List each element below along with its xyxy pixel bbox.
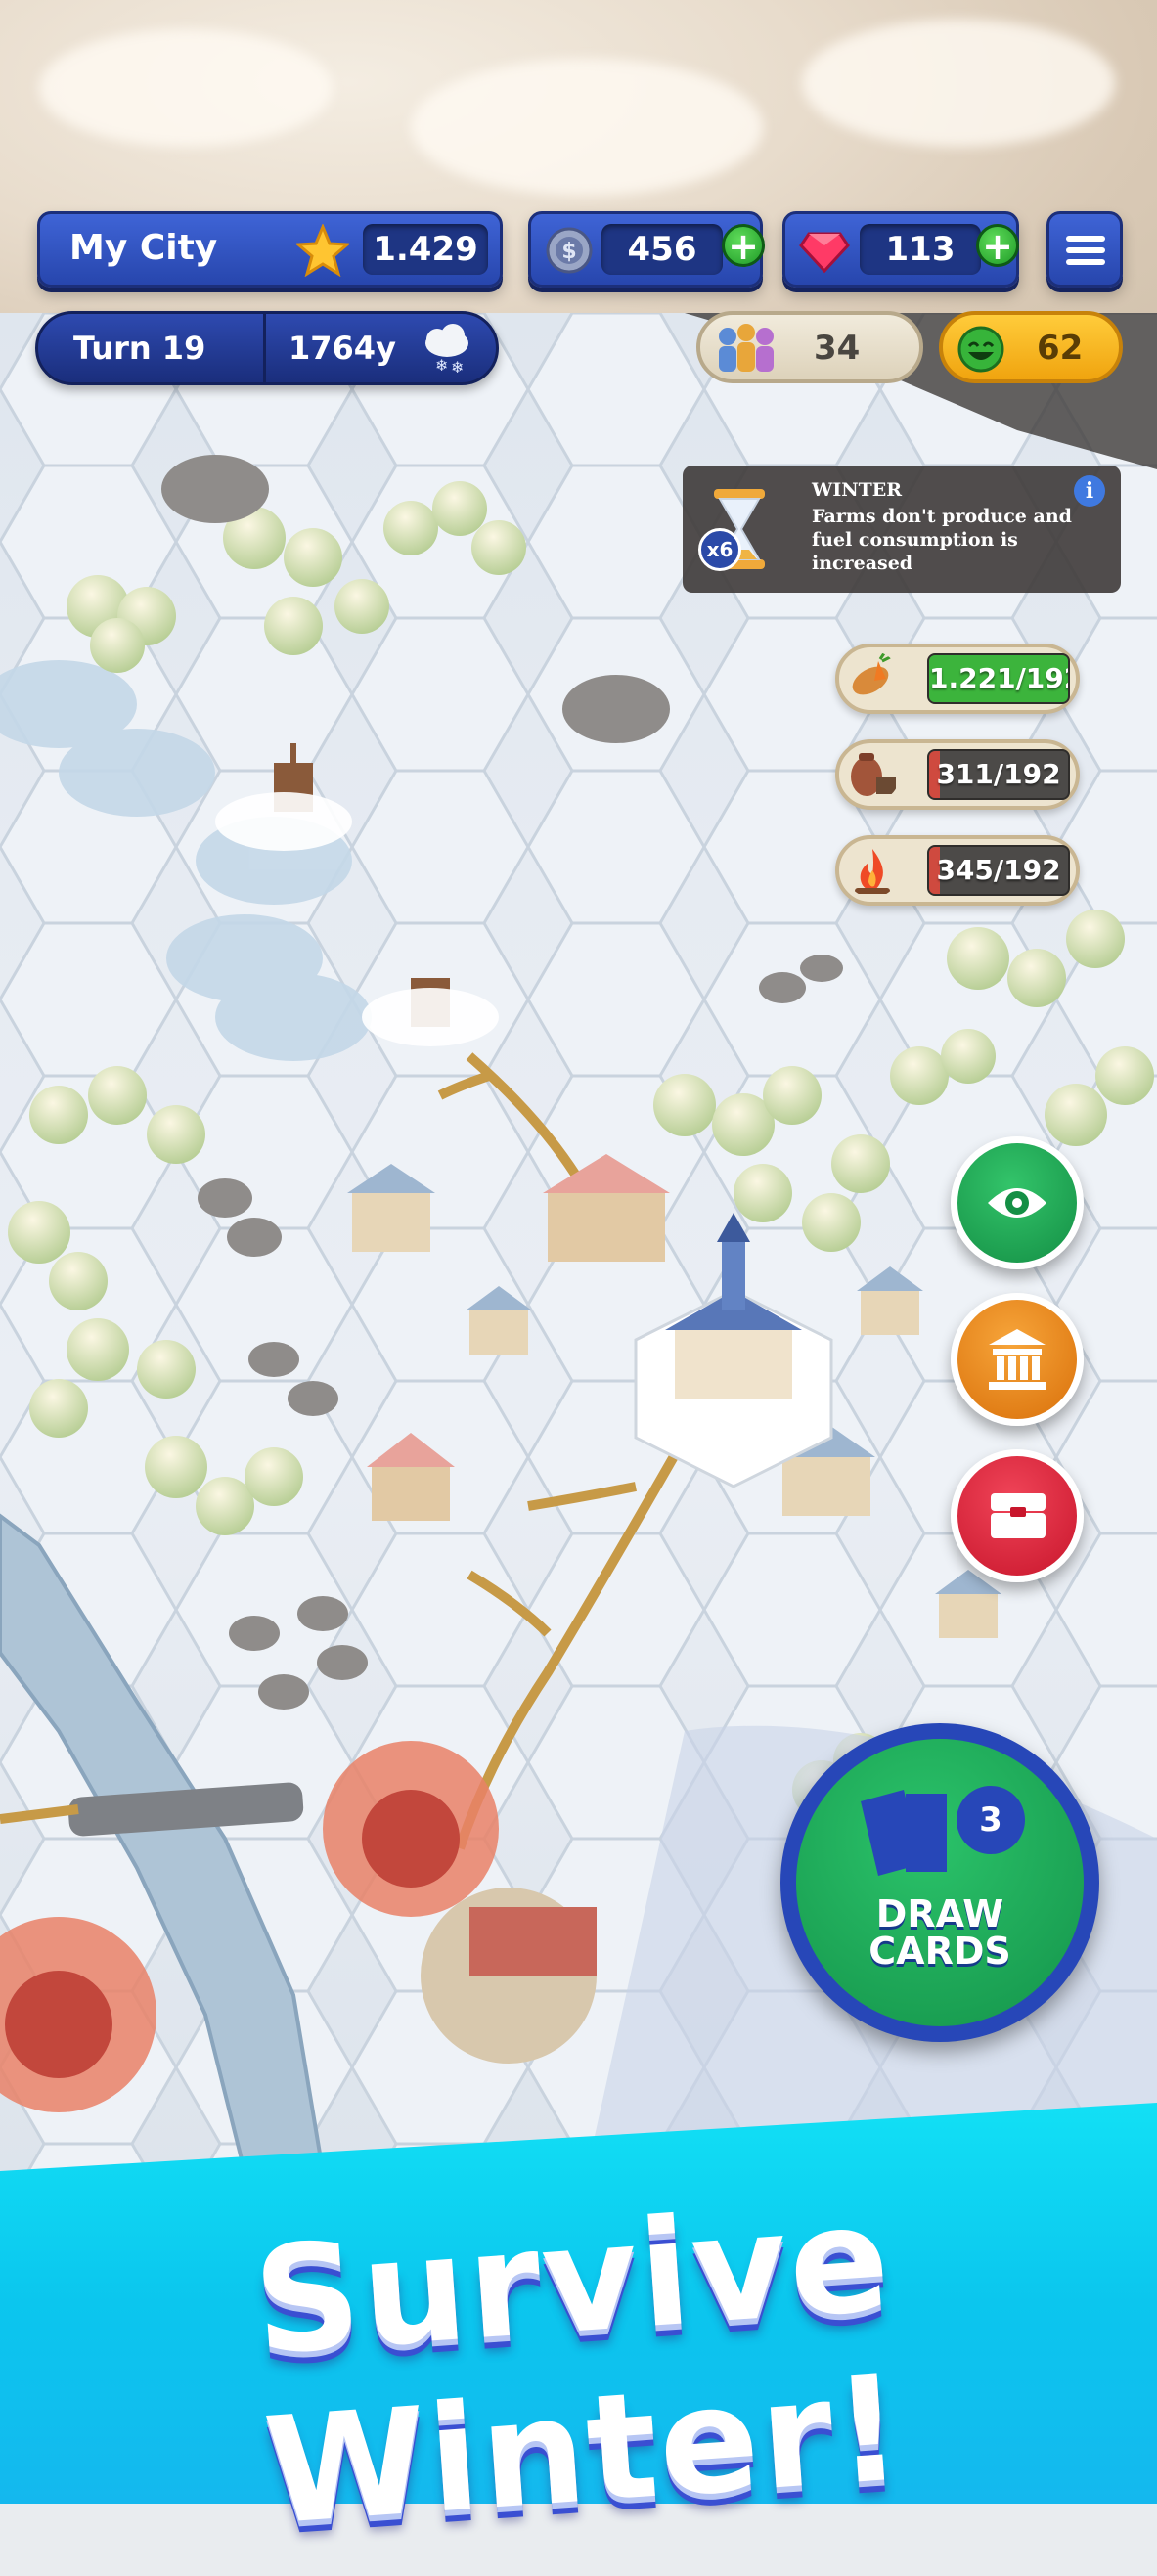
coins-value: 456 — [601, 224, 723, 275]
gems-value: 113 — [860, 224, 981, 275]
gem-icon — [799, 232, 850, 274]
turn-label: Turn 19 — [73, 330, 206, 367]
fuel-value: 345/192 — [936, 854, 1061, 886]
goods-resource[interactable]: 311/192 — [835, 739, 1080, 810]
divider — [263, 314, 266, 382]
cloud — [39, 29, 333, 147]
coin-icon: $ — [546, 227, 593, 274]
year-label: 1764y — [289, 330, 396, 367]
star-icon — [296, 224, 349, 277]
population-panel: 34 — [696, 311, 923, 383]
happiness-panel: 62 — [939, 311, 1123, 383]
cloud — [802, 20, 1115, 147]
cards-count: 3 — [957, 1786, 1025, 1854]
hamburger-icon — [1066, 236, 1105, 265]
eye-icon — [988, 1188, 1046, 1218]
food-bar: 1.221/192 — [927, 653, 1070, 704]
goods-value: 311/192 — [936, 758, 1061, 790]
season-title: WINTER — [812, 479, 903, 501]
goods-bar: 311/192 — [927, 749, 1070, 800]
fire-icon — [855, 849, 890, 894]
city-name: My City — [69, 228, 218, 268]
cards-label: CARDS — [868, 1930, 1011, 1973]
season-multiplier: x6 — [698, 528, 741, 571]
draw-label: DRAW — [875, 1892, 1004, 1935]
snow-cloud-icon: ❄ ❄ — [425, 324, 468, 377]
people-icon — [719, 324, 774, 372]
draw-cards-button[interactable]: 3 DRAW CARDS — [780, 1723, 1099, 2042]
season-description: Farms don't produce and fuel consumption… — [812, 506, 1072, 574]
museum-icon — [989, 1329, 1046, 1390]
shop-button[interactable] — [951, 1449, 1084, 1582]
smiley-icon — [957, 326, 1004, 373]
info-button[interactable]: i — [1074, 475, 1105, 507]
city-rating: 1.429 — [363, 224, 488, 275]
add-gems-button[interactable]: + — [976, 224, 1019, 267]
view-button[interactable] — [951, 1136, 1084, 1269]
city-panel[interactable]: My City 1.429 — [37, 211, 503, 288]
museum-button[interactable] — [951, 1293, 1084, 1426]
food-resource[interactable]: 1.221/192 — [835, 644, 1080, 714]
fuel-resource[interactable]: 345/192 — [835, 835, 1080, 906]
turn-panel: Turn 19 1764y ❄ ❄ — [35, 311, 499, 385]
svg-text:❄: ❄ — [435, 356, 448, 375]
fuel-bar: 345/192 — [927, 845, 1070, 896]
happiness-value: 62 — [1037, 329, 1084, 368]
menu-button[interactable] — [1046, 211, 1123, 288]
svg-text:❄: ❄ — [451, 358, 464, 377]
cloud — [411, 59, 763, 196]
chest-icon — [991, 1493, 1046, 1538]
add-coins-button[interactable]: + — [722, 224, 765, 267]
food-value: 1.221/192 — [929, 662, 1070, 694]
season-tooltip[interactable]: x6 WINTER Farms don't produce and fuel c… — [683, 466, 1121, 593]
goods-icon — [851, 753, 896, 796]
svg-text:$: $ — [561, 240, 576, 264]
food-icon — [852, 652, 891, 695]
population-value: 34 — [814, 329, 861, 368]
